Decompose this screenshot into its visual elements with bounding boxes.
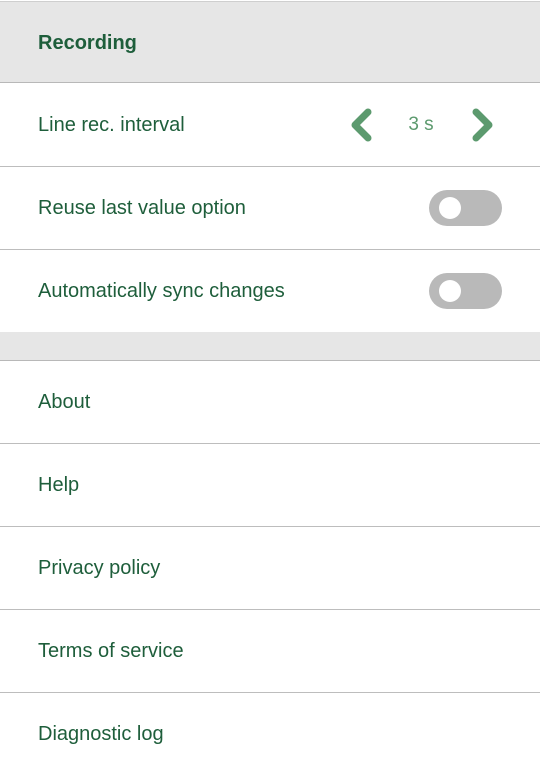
interval-value: 3 s — [408, 114, 434, 135]
section-header-recording: Recording — [0, 1, 540, 83]
toggle-knob — [439, 280, 461, 302]
reuse-last-value-row: Reuse last value option — [0, 167, 540, 250]
menu-item-about[interactable]: About — [0, 361, 540, 444]
menu-item-terms-of-service[interactable]: Terms of service — [0, 610, 540, 693]
reuse-last-value-toggle[interactable] — [429, 190, 502, 226]
menu-item-privacy-policy[interactable]: Privacy policy — [0, 527, 540, 610]
chevron-left-icon[interactable] — [344, 107, 380, 143]
auto-sync-toggle[interactable] — [429, 273, 502, 309]
section-title: Recording — [38, 32, 137, 54]
settings-screen: Recording Line rec. interval 3 s Reuse l… — [0, 0, 540, 773]
reuse-last-value-label: Reuse last value option — [38, 197, 246, 219]
toggle-knob — [439, 197, 461, 219]
section-divider — [0, 332, 540, 361]
menu-item-label: Terms of service — [38, 640, 184, 662]
menu-item-label: About — [38, 391, 91, 413]
line-rec-interval-label: Line rec. interval — [38, 114, 185, 136]
menu-item-help[interactable]: Help — [0, 444, 540, 527]
menu-item-diagnostic-log[interactable]: Diagnostic log — [0, 693, 540, 773]
auto-sync-row: Automatically sync changes — [0, 250, 540, 333]
auto-sync-label: Automatically sync changes — [38, 280, 285, 302]
menu-item-label: Diagnostic log — [38, 723, 164, 745]
line-rec-interval-row: Line rec. interval 3 s — [0, 84, 540, 167]
menu-item-label: Privacy policy — [38, 557, 161, 579]
menu-item-label: Help — [38, 474, 80, 496]
chevron-right-icon[interactable] — [464, 107, 500, 143]
